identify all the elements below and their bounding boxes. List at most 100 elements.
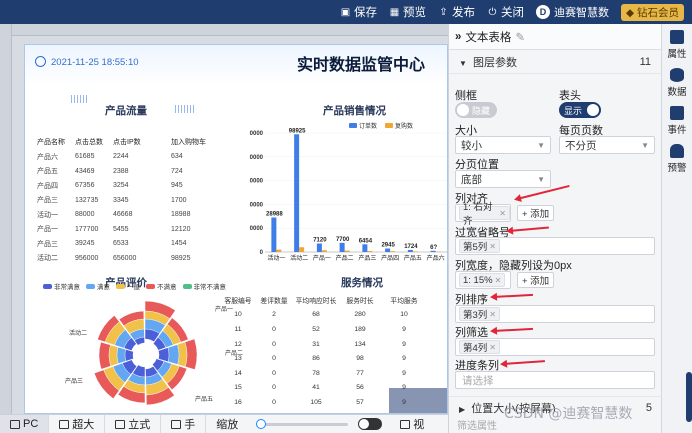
legend-item[interactable]: 满意 [86, 281, 110, 291]
column-header[interactable]: 客服编号 [221, 295, 255, 305]
pagesize-select[interactable]: 不分页 ▼ [559, 136, 655, 154]
snap-toggle[interactable] [358, 418, 383, 430]
zoom-slider-knob[interactable] [256, 418, 267, 429]
align-add-button[interactable]: + 添加 [517, 205, 555, 221]
design-canvas[interactable]: 2021-11-25 18:55:10 实时数据监管中心 产品流量 产品名称 点击… [0, 24, 448, 414]
x-tick-label: 产品三 [358, 254, 376, 262]
x-tick-label: 产品六 [427, 254, 445, 262]
table-row[interactable]: 16 0 105 57 9 [221, 395, 447, 410]
close-icon[interactable]: ✕ [499, 209, 506, 218]
scrollbar[interactable] [686, 372, 692, 422]
table-cell: 0 [272, 398, 276, 406]
legend-item[interactable]: 非常满意 [43, 281, 80, 291]
legend-swatch-orders [349, 123, 357, 128]
table-cell: 177700 [75, 225, 99, 233]
vip-badge[interactable]: ◆ 钻石会员 [621, 3, 684, 21]
pagepos-select[interactable]: 底部 ▼ [455, 170, 551, 188]
close-button[interactable]: ⏻ 关闭 [487, 4, 524, 20]
progress-select[interactable]: 请选择 [455, 371, 655, 389]
rating-rose-chart: 产品一产品二活动二产品三产品五 [65, 300, 243, 406]
edit-icon[interactable]: ✎ [515, 30, 525, 44]
data-label: 7700 [336, 237, 350, 243]
table-cell: 1700 [171, 196, 187, 204]
collapse-icon[interactable]: » [455, 31, 461, 43]
table-row[interactable]: 13 0 86 98 9 [221, 351, 447, 366]
legend-item[interactable]: 非常不满意 [182, 281, 226, 291]
table-cell: 16 [234, 398, 242, 406]
legend-item[interactable]: 一般 [116, 281, 140, 291]
close-icon[interactable]: ✕ [495, 276, 502, 285]
legend-item[interactable]: 不满意 [146, 281, 177, 291]
alarm-icon [669, 144, 684, 158]
close-icon[interactable]: ✕ [489, 343, 496, 352]
mobile-view-button[interactable]: 手 [161, 414, 207, 433]
zoom-label: 缩放 [216, 419, 239, 431]
column-header[interactable]: 平均服务 [381, 295, 427, 305]
sidebar-item-alerts[interactable]: 预警 [667, 144, 687, 174]
x-tick-label: 活动二 [290, 254, 308, 262]
zoom-slider[interactable] [256, 418, 349, 429]
size-select[interactable]: 较小 ▼ [455, 136, 551, 154]
properties-panel: » 文本表格 ✎ ▼ 图层参数 11 侧框 隐藏 表头 显示 大小 较小 ▼ 每页… [448, 24, 662, 433]
sidebar-toggle[interactable]: 隐藏 [455, 102, 497, 118]
bar-repurchase [390, 251, 396, 252]
table-row[interactable]: 产品一 177700 5455 12120 [37, 222, 233, 237]
table-row[interactable]: 活动二 956000 656000 98925 [37, 251, 233, 266]
data-label: 2945 [381, 242, 395, 248]
sort-tags[interactable]: 第3列 ✕ [455, 305, 655, 323]
database-icon [669, 68, 684, 82]
column-header[interactable]: 加入购物车 [171, 137, 221, 147]
view-button[interactable]: 视 [390, 415, 434, 433]
close-icon[interactable]: ✕ [489, 310, 496, 319]
table-row[interactable]: 活动一 88000 46668 18988 [37, 208, 233, 223]
column-header[interactable]: 服务时长 [339, 295, 381, 305]
column-header[interactable]: 点击总数 [75, 137, 113, 147]
table-row[interactable]: 14 0 78 77 9 [221, 366, 447, 381]
table-cell: 活动二 [37, 255, 58, 263]
table-row[interactable]: 12 0 31 134 9 [221, 337, 447, 352]
table-cell: 945 [171, 182, 183, 190]
table-row[interactable]: 产品六 61685 2244 634 [37, 150, 233, 165]
publish-button[interactable]: ⇪ 发布 [438, 4, 475, 20]
preview-button[interactable]: ▦ 预览 [389, 4, 426, 20]
user-menu[interactable]: D 迪赛智慧数 [536, 4, 609, 20]
sidebar-item-properties[interactable]: 属性 [667, 30, 687, 60]
table-row[interactable]: 10 2 68 280 10 [221, 308, 447, 323]
pc-view-button[interactable]: PC [0, 414, 50, 433]
table-row[interactable]: 产品三 132735 3345 1700 [37, 193, 233, 208]
service-title: 服务情况 [341, 277, 383, 289]
table-row[interactable]: 11 0 52 189 9 [221, 322, 447, 337]
ellipsis-tags[interactable]: 第5列 ✕ [455, 237, 655, 255]
table-row[interactable]: 产品三 39245 6533 1454 [37, 237, 233, 252]
product-flow-table[interactable]: 产品名称 点击总数 点击IP数 加入购物车产品六 61685 2244 634 产品五 4346… [37, 135, 233, 266]
close-icon[interactable]: ✕ [489, 242, 496, 251]
table-row[interactable]: 产品四 67356 3254 945 [37, 179, 233, 194]
filter-tag[interactable]: 第4列 ✕ [459, 340, 500, 354]
filter-tags[interactable]: 第4列 ✕ [455, 338, 655, 356]
align-tags[interactable]: 1: 右对齐 ✕ [455, 202, 511, 227]
align-tag[interactable]: 1: 右对齐 ✕ [459, 202, 510, 227]
deco-right [175, 105, 195, 113]
save-button[interactable]: ▣ 保存 [340, 4, 377, 20]
layer-params-header[interactable]: ▼ 图层参数 11 [449, 50, 661, 74]
portrait-view-button[interactable]: 立式 [105, 414, 162, 433]
width-add-button[interactable]: + 添加 [517, 272, 555, 288]
table-row[interactable]: 15 0 41 56 9 [221, 381, 447, 396]
column-header[interactable]: 平均响应时长 [293, 295, 339, 305]
width-tag[interactable]: 1: 15% ✕ [459, 273, 506, 287]
ellipsis-tag[interactable]: 第5列 ✕ [459, 239, 500, 253]
table-cell: 18988 [171, 211, 191, 219]
header-toggle[interactable]: 显示 [559, 102, 601, 118]
column-header[interactable]: 产品名称 [37, 137, 75, 147]
column-header[interactable]: 点击IP数 [113, 137, 171, 147]
width-tags[interactable]: 1: 15% ✕ [455, 271, 511, 289]
event-icon [669, 106, 684, 120]
service-table[interactable]: 客服编号 差评数量 平均响应时长 服务时长 平均服务 10 2 68 280 10 11 0 52 189… [221, 293, 447, 413]
table-cell: 10 [400, 311, 408, 319]
sort-tag[interactable]: 第3列 ✕ [459, 307, 500, 321]
table-row[interactable]: 产品五 43469 2388 724 [37, 164, 233, 179]
sidebar-item-data[interactable]: 数据 [667, 68, 687, 98]
xl-view-button[interactable]: 超大 [49, 414, 106, 433]
sidebar-item-events[interactable]: 事件 [667, 106, 687, 136]
column-header[interactable]: 差评数量 [255, 295, 293, 305]
